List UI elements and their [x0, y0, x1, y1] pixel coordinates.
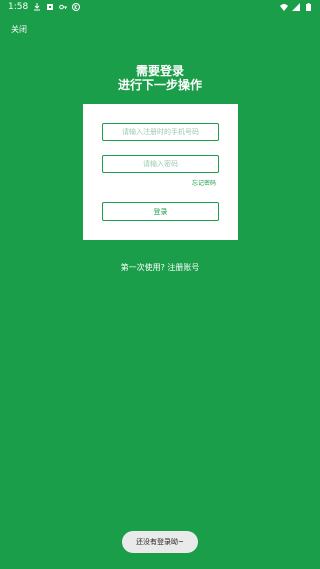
toast-message: 还没有登录呦~: [122, 531, 198, 553]
register-prompt-text: 第一次使用?: [120, 263, 165, 272]
login-button[interactable]: 登录: [102, 202, 219, 221]
register-prompt: 第一次使用? 注册账号: [0, 262, 320, 273]
login-headline: 需要登录 进行下一步操作: [0, 64, 320, 92]
battery-icon: [304, 3, 312, 11]
register-link[interactable]: 注册账号: [167, 263, 199, 272]
key-icon: [59, 3, 68, 11]
status-left: 1:58: [8, 2, 81, 12]
signal-icon: [292, 3, 300, 11]
status-right: [280, 3, 312, 11]
close-button[interactable]: 关闭: [11, 24, 27, 35]
headline-line-2: 进行下一步操作: [117, 78, 202, 92]
sim-icon: [46, 3, 54, 11]
account-input[interactable]: [102, 123, 219, 141]
download-icon: [33, 3, 41, 11]
forgot-password-link[interactable]: 忘记密码: [192, 178, 216, 187]
password-input[interactable]: [102, 155, 219, 173]
status-bar: 1:58: [0, 0, 320, 14]
wifi-icon: [280, 3, 288, 11]
headline-line-1: 需要登录: [135, 64, 184, 78]
vpn-icon: [72, 3, 81, 11]
login-card: 忘记密码 登录: [83, 104, 238, 240]
status-time: 1:58: [8, 2, 29, 12]
